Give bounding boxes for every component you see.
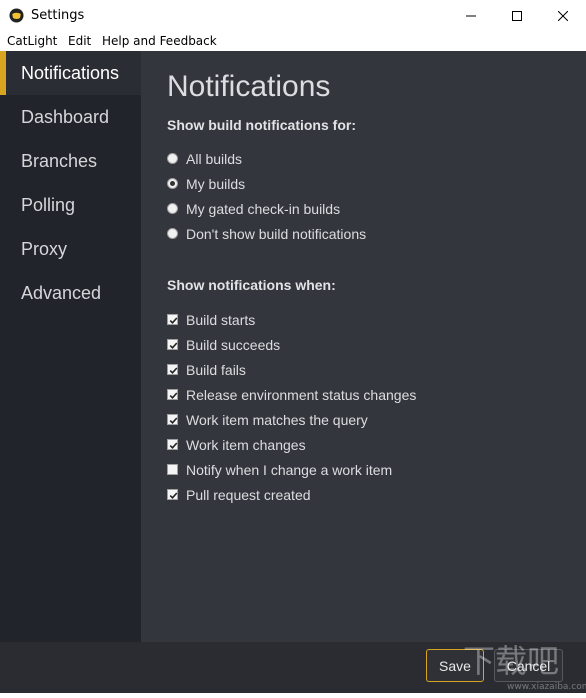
sidebar-item-label: Advanced bbox=[21, 283, 102, 303]
checkbox-checked[interactable] bbox=[167, 364, 178, 375]
build-section-title: Show build notifications for: bbox=[167, 117, 356, 133]
option-label: Work item matches the query bbox=[186, 412, 368, 428]
checkbox-checked[interactable] bbox=[167, 489, 178, 500]
sidebar-item-advanced[interactable]: Advanced bbox=[0, 271, 141, 315]
watermark-text: 下载吧 bbox=[463, 642, 559, 680]
sidebar-item-label: Proxy bbox=[21, 239, 68, 259]
checkbox-checked[interactable] bbox=[167, 314, 178, 325]
option-label: Build succeeds bbox=[186, 337, 281, 353]
checkbox-checked[interactable] bbox=[167, 439, 178, 450]
maximize-icon bbox=[512, 10, 522, 21]
radio-button[interactable] bbox=[167, 153, 178, 164]
sidebar-item-branches[interactable]: Branches bbox=[0, 139, 141, 183]
minimize-icon bbox=[466, 15, 476, 16]
notifications-panel: Notifications Show build notifications f… bbox=[141, 51, 586, 642]
option-label: Build fails bbox=[186, 362, 246, 378]
option-label: Build starts bbox=[186, 312, 256, 328]
radio-button[interactable] bbox=[167, 228, 178, 239]
checkbox-unchecked[interactable] bbox=[167, 464, 178, 475]
option-label: My gated check-in builds bbox=[186, 201, 341, 217]
watermark-subtext: www.xiazaiba.com bbox=[507, 682, 586, 692]
option-label: Pull request created bbox=[186, 487, 311, 503]
close-icon bbox=[558, 10, 568, 21]
menu-catlight[interactable]: CatLight bbox=[7, 34, 57, 48]
sidebar-item-label: Branches bbox=[21, 151, 98, 171]
option-label: Release environment status changes bbox=[186, 387, 417, 403]
checkbox-checked[interactable] bbox=[167, 339, 178, 350]
menu-help-and-feedback[interactable]: Help and Feedback bbox=[102, 34, 217, 48]
sidebar-item-notifications[interactable]: Notifications bbox=[0, 51, 141, 95]
minimize-button[interactable] bbox=[448, 0, 494, 31]
checkbox-checked[interactable] bbox=[167, 389, 178, 400]
window-title: Settings bbox=[31, 8, 85, 23]
menu-edit[interactable]: Edit bbox=[68, 34, 91, 48]
sidebar-item-polling[interactable]: Polling bbox=[0, 183, 141, 227]
title-bar: Settings bbox=[0, 0, 586, 31]
sidebar-item-label: Dashboard bbox=[21, 107, 110, 127]
menu-bar: CatLight Edit Help and Feedback bbox=[0, 31, 586, 51]
radio-button-selected[interactable] bbox=[167, 178, 178, 189]
option-label: Notify when I change a work item bbox=[186, 462, 393, 478]
close-button[interactable] bbox=[540, 0, 586, 31]
option-label: All builds bbox=[186, 151, 243, 167]
option-label: My builds bbox=[186, 176, 246, 192]
sidebar-item-dashboard[interactable]: Dashboard bbox=[0, 95, 141, 139]
watermark-logo: 下载吧 www.xiazaiba.com bbox=[463, 642, 586, 692]
settings-sidebar: Notifications Dashboard Branches Polling… bbox=[0, 51, 141, 642]
watermark: 下载吧 www.xiazaiba.com bbox=[447, 632, 586, 693]
catlight-app-icon bbox=[9, 8, 24, 23]
page-title: Notifications bbox=[167, 70, 331, 103]
when-section-title: Show notifications when: bbox=[167, 277, 336, 293]
sidebar-item-label: Notifications bbox=[21, 63, 120, 83]
active-indicator bbox=[0, 51, 6, 95]
checkbox-checked[interactable] bbox=[167, 414, 178, 425]
option-label: Work item changes bbox=[186, 437, 306, 453]
maximize-button[interactable] bbox=[494, 0, 540, 31]
option-label: Don't show build notifications bbox=[186, 226, 367, 242]
sidebar-item-label: Polling bbox=[21, 195, 76, 215]
radio-button[interactable] bbox=[167, 203, 178, 214]
sidebar-item-proxy[interactable]: Proxy bbox=[0, 227, 141, 271]
